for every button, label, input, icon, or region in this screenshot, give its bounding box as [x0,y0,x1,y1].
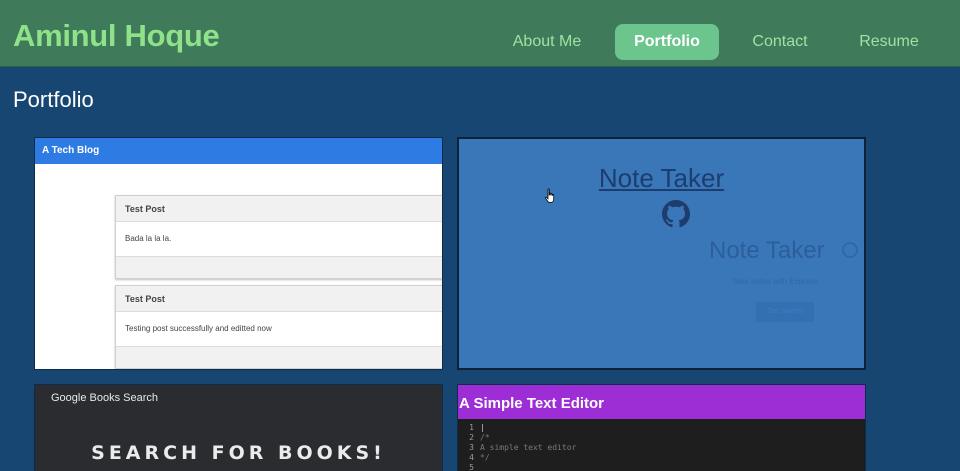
line-text: */ [480,453,490,462]
nav-about-me[interactable]: About Me [506,24,588,60]
post-title: Test Post [116,286,442,312]
google-books-title: Google Books Search [51,392,159,404]
note-taker-deploy-link[interactable]: Note Taker [459,163,864,194]
github-icon[interactable] [662,200,690,228]
code-line: 2 /* [458,433,865,443]
nav-portfolio[interactable]: Portfolio [615,24,719,60]
project-card-text-editor[interactable]: A Simple Text Editor 1 | 2/* 3A simple te… [457,384,866,471]
line-number: 2 [469,433,474,442]
tech-blog-title: A Tech Blog [35,138,442,164]
blog-post: Test Post Testing post successfully and … [115,285,442,369]
line-number: 5 [469,463,474,471]
code-line: 4 */ [458,453,865,463]
site-header: Aminul Hoque About Me Portfolio Contact … [0,0,960,67]
blog-post: Test Post Bada la la la. [115,195,442,279]
nav-resume[interactable]: Resume [853,24,925,60]
page-title: Portfolio [13,87,94,112]
code-line: 1 | [458,423,865,433]
code-editor: 1 | 2/* 3A simple text editor 4 */ 5 [458,419,865,471]
nav-contact[interactable]: Contact [744,24,816,60]
line-text: | [480,423,485,432]
hand-cursor-icon [545,188,555,203]
post-footer [116,256,442,278]
post-body: Testing post successfully and editted no… [116,312,442,346]
preview-get-started-button: Get Started [756,302,814,322]
line-text: A simple text editor [480,443,577,452]
brand-name[interactable]: Aminul Hoque [13,18,220,54]
preview-ring-icon [842,242,858,258]
text-editor-title: A Simple Text Editor [458,385,865,419]
line-text: /* [480,433,490,442]
line-number: 3 [469,443,474,452]
line-number: 4 [469,453,474,462]
post-footer [116,346,442,368]
post-body: Bada la la la. [116,222,442,256]
search-headline: SEARCH FOR BOOKS! [91,442,386,464]
preview-title: Note Taker [709,237,825,264]
code-line: 3 A simple text editor [458,443,865,453]
preview-subtitle: Take notes with Express [732,277,819,286]
code-line: 5 [458,463,865,471]
post-title: Test Post [116,196,442,222]
line-number: 1 [469,423,474,432]
project-card-note-taker[interactable]: Note Taker Take notes with Express Get S… [457,137,866,370]
project-card-google-books[interactable]: Google Books Search SEARCH FOR BOOKS! [34,384,443,471]
project-card-tech-blog[interactable]: A Tech Blog Test Post Bada la la la. Tes… [34,137,443,370]
